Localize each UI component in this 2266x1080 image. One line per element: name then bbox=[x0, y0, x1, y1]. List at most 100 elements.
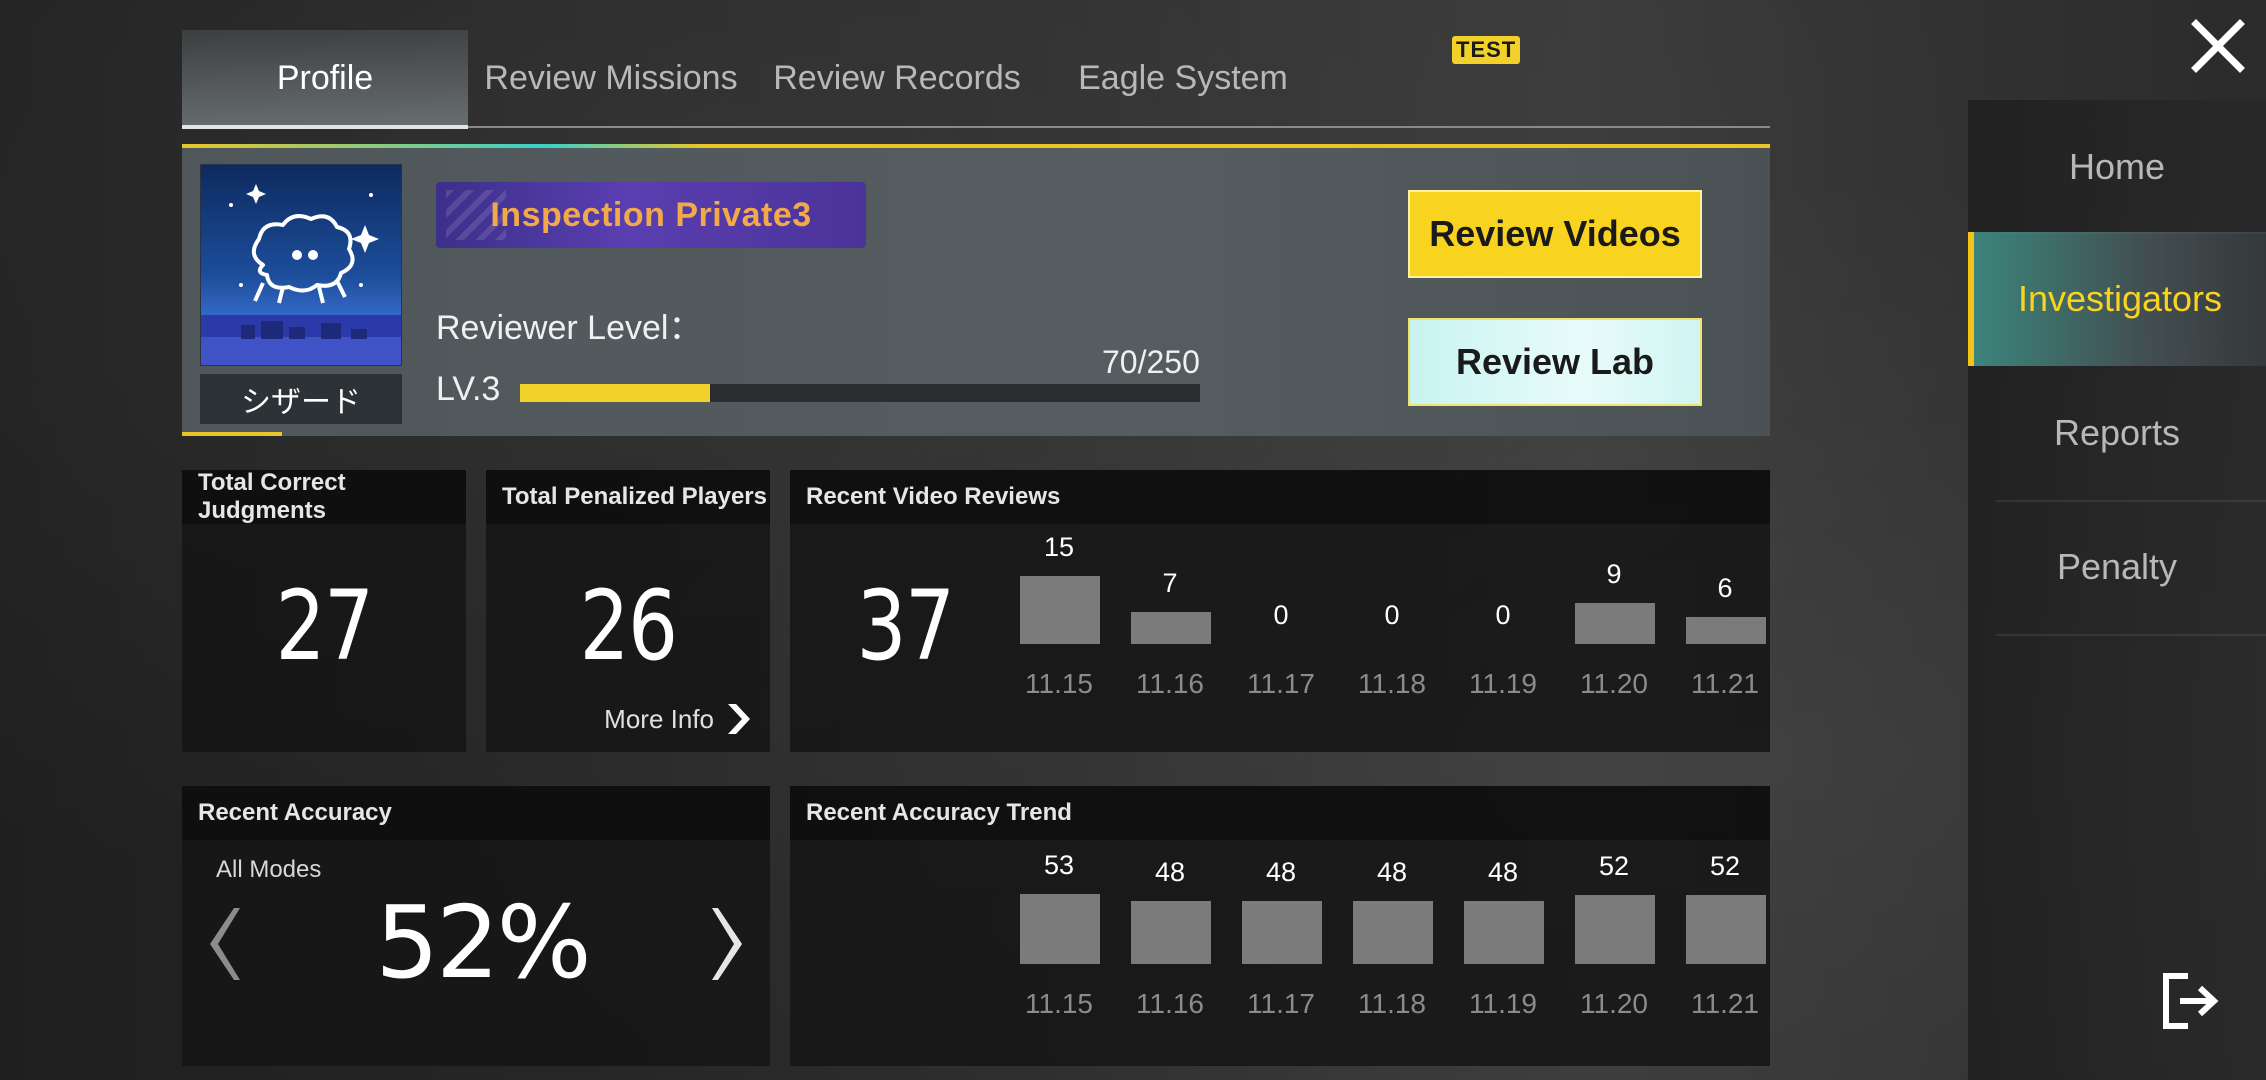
exit-button[interactable] bbox=[2158, 970, 2226, 1032]
chart-value-label: 15 bbox=[1043, 532, 1075, 562]
chart-value-label: 6 bbox=[1717, 573, 1733, 603]
chart-bar bbox=[1353, 901, 1433, 964]
sidebar: Home Investigators Reports Penalty bbox=[1968, 100, 2266, 1080]
chart-bar bbox=[1575, 895, 1655, 964]
recent-accuracy-panel: Recent Accuracy All Modes 52% bbox=[182, 786, 770, 1066]
more-info-link[interactable]: More Info bbox=[604, 702, 754, 736]
chart-column: 0 11.18 bbox=[1337, 524, 1447, 752]
chart-column: 0 11.17 bbox=[1226, 524, 1336, 752]
accuracy-trend-panel: Recent Accuracy Trend 53 11.15 48 11.16 48 11… bbox=[790, 786, 1770, 1066]
chart-value-label: 0 bbox=[1273, 600, 1289, 630]
sidebar-item-home[interactable]: Home bbox=[1968, 100, 2266, 234]
sidebar-item-penalty[interactable]: Penalty bbox=[1968, 500, 2266, 634]
chart-value-label: 48 bbox=[1376, 857, 1408, 887]
chart-value-label: 9 bbox=[1606, 559, 1622, 589]
avatar-name: シザード bbox=[200, 374, 402, 424]
sheep-icon bbox=[201, 184, 401, 365]
tab-review-missions[interactable]: Review Missions bbox=[468, 30, 754, 126]
chart-bar bbox=[1131, 901, 1211, 964]
chart-column: 52 11.20 bbox=[1559, 840, 1669, 1066]
chart-bar bbox=[1242, 901, 1322, 964]
chart-column: 48 11.17 bbox=[1226, 840, 1336, 1066]
chart-value-label: 52 bbox=[1598, 851, 1630, 881]
tab-label: Eagle System bbox=[1078, 58, 1288, 97]
chevron-right-icon bbox=[712, 908, 742, 980]
panel-title: Total Correct Judgments bbox=[182, 469, 466, 524]
chart-column: 15 11.15 bbox=[1004, 524, 1114, 752]
chart-bar bbox=[1686, 895, 1766, 964]
level-progress-bar bbox=[520, 384, 1200, 402]
chart-date-label: 11.16 bbox=[1136, 988, 1204, 1019]
chart-value-label: 53 bbox=[1043, 850, 1075, 880]
panel-title: Total Penalized Players bbox=[486, 470, 770, 524]
sidebar-item-investigators[interactable]: Investigators bbox=[1968, 232, 2266, 366]
review-lab-button[interactable]: Review Lab bbox=[1408, 318, 1702, 406]
next-mode-button[interactable] bbox=[708, 906, 748, 999]
chart-column: 7 11.16 bbox=[1115, 524, 1225, 752]
tab-profile[interactable]: Profile bbox=[182, 30, 468, 126]
prev-mode-button[interactable] bbox=[204, 906, 244, 999]
chart-column: 6 11.21 bbox=[1670, 524, 1780, 752]
chart-date-label: 11.15 bbox=[1025, 988, 1093, 1019]
accuracy-trend-chart: 53 11.15 48 11.16 48 11.17 48 11.18 48 11.19 52 11.… bbox=[790, 840, 1770, 1066]
rank-banner: Inspection Private3 bbox=[436, 182, 866, 248]
tab-label: Review Records bbox=[773, 58, 1021, 97]
chart-column: 48 11.19 bbox=[1448, 840, 1558, 1066]
tab-active-indicator bbox=[182, 125, 468, 129]
sidebar-item-label: Investigators bbox=[2017, 278, 2223, 319]
level-progress-fill bbox=[520, 384, 711, 402]
reviewer-level-label: Reviewer Level： bbox=[436, 309, 703, 347]
tab-label: Review Missions bbox=[484, 58, 738, 97]
chart-column: 9 11.20 bbox=[1559, 524, 1669, 752]
chart-bar bbox=[1464, 901, 1544, 964]
correct-judgments-panel: Total Correct Judgments 27 bbox=[182, 469, 466, 752]
chart-column: 0 11.19 bbox=[1448, 524, 1558, 752]
more-info-label: More Info bbox=[604, 703, 714, 734]
chart-date-label: 11.19 bbox=[1469, 988, 1537, 1019]
chart-date-label: 11.21 bbox=[1691, 988, 1759, 1019]
rank-title: Inspection Private3 bbox=[490, 195, 812, 234]
logout-icon bbox=[2163, 973, 2219, 1029]
level-label: LV.3 bbox=[436, 370, 501, 408]
sidebar-item-label: Penalty bbox=[2056, 546, 2178, 587]
review-videos-button[interactable]: Review Videos bbox=[1408, 190, 1702, 278]
tab-label: Profile bbox=[276, 58, 374, 97]
chart-date-label: 11.16 bbox=[1136, 668, 1204, 699]
chart-date-label: 11.20 bbox=[1580, 668, 1648, 699]
chart-bar bbox=[1131, 612, 1211, 644]
tab-bar: Profile Review Missions Review Records E… bbox=[182, 30, 1770, 129]
chart-date-label: 11.17 bbox=[1247, 988, 1315, 1019]
chart-bar bbox=[1686, 617, 1766, 644]
panel-title: Recent Video Reviews bbox=[790, 470, 1770, 524]
chart-bar bbox=[1020, 894, 1100, 964]
recent-video-reviews-panel: Recent Video Reviews 37 15 11.15 7 11.16 0 11… bbox=[790, 470, 1770, 752]
chart-column: 53 11.15 bbox=[1004, 840, 1114, 1066]
sidebar-item-reports[interactable]: Reports bbox=[1968, 366, 2266, 500]
correct-judgments-value: 27 bbox=[275, 570, 375, 682]
chart-value-label: 48 bbox=[1487, 857, 1519, 887]
chevron-right-icon bbox=[728, 704, 750, 734]
chart-value-label: 0 bbox=[1495, 600, 1511, 630]
close-icon bbox=[2191, 19, 2245, 73]
chart-date-label: 11.17 bbox=[1247, 668, 1315, 699]
chart-column: 48 11.18 bbox=[1337, 840, 1447, 1066]
progress-text: 70/250 bbox=[1102, 344, 1200, 380]
chart-column: 52 11.21 bbox=[1670, 840, 1780, 1066]
chart-column: 48 11.16 bbox=[1115, 840, 1225, 1066]
profile-card: シザード Inspection Private3 Reviewer Level：… bbox=[182, 144, 1770, 436]
penalized-players-value: 26 bbox=[579, 570, 679, 682]
chart-value-label: 48 bbox=[1265, 857, 1297, 887]
chart-date-label: 11.15 bbox=[1025, 668, 1093, 699]
chart-date-label: 11.18 bbox=[1358, 668, 1426, 699]
sidebar-item-label: Home bbox=[2068, 146, 2166, 187]
panel-title: Recent Accuracy Trend bbox=[790, 786, 1770, 840]
tab-eagle-system[interactable]: Eagle System bbox=[1040, 30, 1326, 126]
close-button[interactable] bbox=[2190, 18, 2246, 74]
accuracy-value: 52% bbox=[375, 884, 591, 1001]
chart-bar bbox=[1575, 603, 1655, 644]
avatar[interactable] bbox=[200, 164, 402, 366]
video-reviews-chart: 15 11.15 7 11.16 0 11.17 0 11.18 0 11.19 9 11.20 6 11… bbox=[790, 524, 1770, 752]
sidebar-item-label: Reports bbox=[2053, 412, 2181, 453]
penalized-players-panel: Total Penalized Players 26 More Info bbox=[486, 470, 770, 752]
tab-review-records[interactable]: Review Records bbox=[754, 30, 1040, 126]
